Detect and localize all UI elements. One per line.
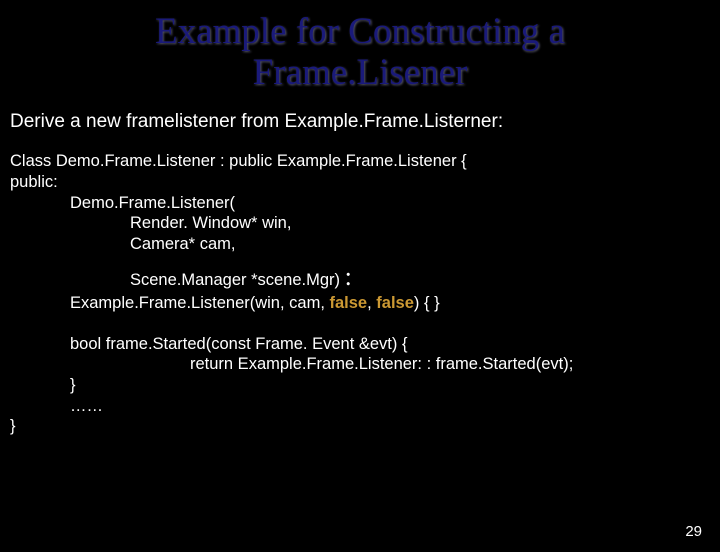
keyword-false: false bbox=[330, 294, 368, 312]
code-line: public: bbox=[10, 172, 720, 193]
code-line: return Example.Frame.Listener: : frame.S… bbox=[190, 354, 720, 375]
code-line: } bbox=[70, 375, 720, 396]
code-line: bool frame.Started(const Frame. Event &e… bbox=[70, 334, 720, 355]
slide-title: Example for Constructing a Frame.Lisener bbox=[0, 12, 720, 93]
code-line: } bbox=[10, 416, 720, 437]
code-line: …… bbox=[70, 396, 720, 417]
code-line: Render. Window* win, bbox=[130, 213, 720, 234]
subtitle: Derive a new framelistener from Example.… bbox=[10, 111, 720, 133]
title-line-1: Example for Constructing a bbox=[155, 11, 565, 52]
keyword-false: false bbox=[376, 294, 414, 312]
code-line: Class Demo.Frame.Listener : public Examp… bbox=[10, 151, 720, 172]
code-line: Camera* cam, bbox=[130, 234, 720, 255]
code-line: Scene.Manager *scene.Mgr) : bbox=[130, 261, 720, 294]
title-line-2: Frame.Lisener bbox=[253, 52, 468, 93]
code-line: Example.Frame.Listener(win, cam, false, … bbox=[70, 293, 720, 314]
code-block: Class Demo.Frame.Listener : public Examp… bbox=[10, 151, 720, 436]
page-number: 29 bbox=[685, 523, 702, 540]
code-line: Demo.Frame.Listener( bbox=[70, 193, 720, 214]
